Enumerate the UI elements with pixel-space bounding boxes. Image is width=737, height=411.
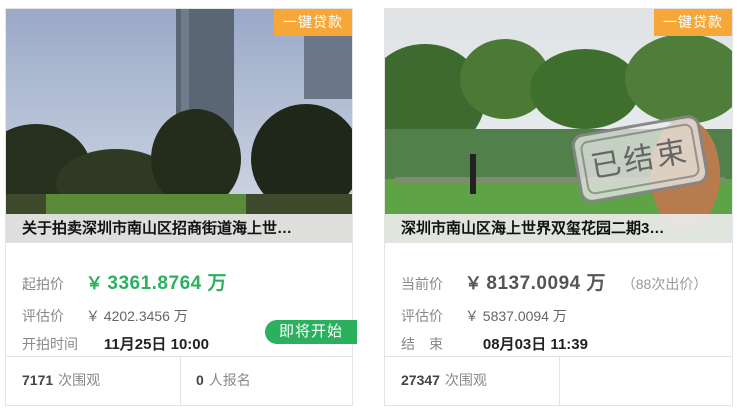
property-photo[interactable]: 一键贷款 已结束 深圳市南山区海上世界双玺花园二期3… [385, 9, 732, 243]
price-label: 当前价 [401, 276, 443, 292]
price-row: 当前价 ￥ 8137.0094 万 （88次出价） [401, 268, 707, 295]
signup-stat: 0 人报名 [196, 357, 251, 405]
appraisal-value: ￥ 4202.3456 万 [85, 308, 188, 324]
loan-badge[interactable]: 一键贷款 [274, 9, 352, 36]
auction-title[interactable]: 关于拍卖深圳市南山区招商街道海上世… [6, 214, 352, 243]
price-value: ￥ 3361.8764 万 [86, 273, 227, 294]
views-label: 次围观 [58, 372, 101, 388]
bid-count: （88次出价） [621, 276, 708, 292]
appraisal-label: 评估价 [22, 308, 64, 324]
auction-info: 当前价 ￥ 8137.0094 万 （88次出价） 评估价 ￥ 5837.0094… [385, 243, 732, 358]
yen-symbol: ￥ [464, 274, 483, 293]
loan-badge[interactable]: 一键贷款 [654, 9, 732, 36]
price-label: 起拍价 [22, 276, 64, 292]
appraisal-value: ￥ 5837.0094 万 [464, 308, 567, 324]
time-row: 开拍时间 11月25日 10:00 [22, 333, 209, 354]
signup-count: 0 [196, 372, 204, 388]
appraisal-row: 评估价 ￥ 4202.3456 万 [22, 306, 188, 326]
views-count: 27347 [401, 372, 440, 388]
card-footer: 7171 次围观 0 人报名 [6, 356, 352, 405]
property-photo-image [6, 9, 352, 243]
time-row: 结 束 08月03日 11:39 [401, 333, 588, 354]
appraisal-row: 评估价 ￥ 5837.0094 万 [401, 306, 567, 326]
views-stat: 7171 次围观 [22, 357, 100, 405]
views-stat: 27347 次围观 [401, 357, 487, 405]
auction-card-2[interactable]: 一键贷款 已结束 深圳市南山区海上世界双玺花园二期3… 当前价 ￥ 8137.00… [384, 8, 733, 406]
status-tag: 即将开始 [264, 320, 357, 344]
auction-card-1[interactable]: 一键贷款 关于拍卖深圳市南山区招商街道海上世… 起拍价 ￥ 3361.8764 万… [5, 8, 357, 406]
yen-symbol: ￥ [85, 274, 104, 293]
property-photo[interactable]: 一键贷款 关于拍卖深圳市南山区招商街道海上世… [6, 9, 352, 243]
price-amount: 3361.8764 万 [107, 273, 227, 294]
time-label: 开拍时间 [22, 336, 78, 352]
ended-stamp-text: 已结束 [579, 122, 701, 196]
card-footer: 27347 次围观 [385, 356, 732, 405]
price-row: 起拍价 ￥ 3361.8764 万 [22, 268, 227, 295]
time-value: 11月25日 10:00 [103, 336, 209, 353]
views-label: 次围观 [444, 372, 487, 388]
time-value: 08月03日 11:39 [482, 336, 588, 353]
time-label: 结 束 [401, 336, 443, 352]
views-count: 7171 [22, 372, 54, 388]
price-value: ￥ 8137.0094 万 [465, 273, 612, 294]
footer-divider [180, 357, 181, 405]
auction-title[interactable]: 深圳市南山区海上世界双玺花园二期3… [385, 214, 732, 243]
appraisal-label: 评估价 [401, 308, 443, 324]
price-amount: 8137.0094 万 [486, 273, 606, 294]
footer-divider [559, 357, 560, 405]
signup-label: 人报名 [208, 372, 251, 388]
